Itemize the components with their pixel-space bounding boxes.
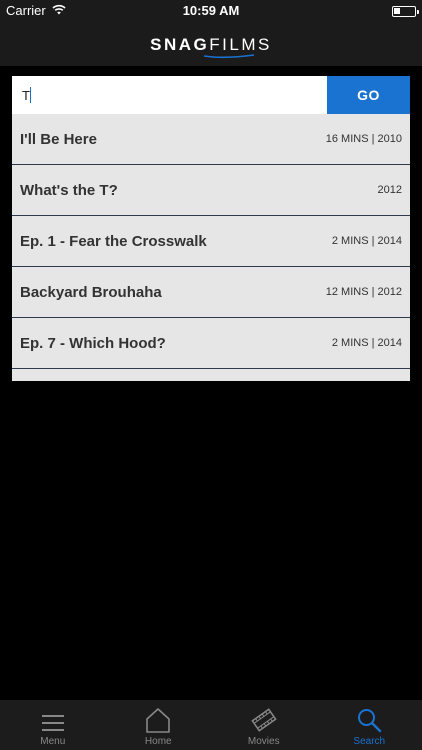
go-button[interactable]: GO bbox=[327, 76, 410, 114]
film-icon bbox=[251, 708, 277, 732]
result-row[interactable]: Ep. 7 - Which Hood? 2 MINS | 2014 bbox=[12, 318, 410, 369]
tab-label: Menu bbox=[40, 736, 66, 747]
result-row[interactable]: What's the T? 2012 bbox=[12, 165, 410, 216]
result-row[interactable]: Ep. 1 - Fear the Crosswalk 2 MINS | 2014 bbox=[12, 216, 410, 267]
tab-movies[interactable]: Movies bbox=[211, 700, 317, 750]
app-screen: Carrier 10:59 AM SNAGFILMS T GO I'll Be … bbox=[0, 0, 422, 750]
result-title: Ep. 7 - Which Hood? bbox=[20, 334, 166, 352]
result-meta: 16 MINS | 2010 bbox=[325, 133, 402, 145]
tab-label: Home bbox=[144, 736, 172, 747]
tab-menu[interactable]: Menu bbox=[0, 700, 106, 750]
tab-label: Movies bbox=[247, 736, 280, 747]
search-input[interactable] bbox=[12, 76, 327, 114]
status-bar: Carrier 10:59 AM bbox=[0, 0, 422, 22]
result-meta: 2012 bbox=[377, 184, 402, 196]
result-meta: 12 MINS | 2012 bbox=[325, 286, 402, 298]
menu-icon bbox=[41, 715, 64, 731]
tab-home[interactable]: Home bbox=[106, 700, 212, 750]
home-icon bbox=[146, 708, 171, 733]
result-row[interactable]: Backyard Brouhaha 12 MINS | 2012 bbox=[12, 267, 410, 318]
result-meta: 2 MINS | 2014 bbox=[331, 235, 402, 247]
app-header: SNAGFILMS bbox=[0, 22, 422, 66]
result-title: Ep. 1 - Fear the Crosswalk bbox=[20, 232, 207, 250]
result-row[interactable]: I'll Be Here 16 MINS | 2010 bbox=[12, 114, 410, 165]
result-title: I'll Be Here bbox=[20, 130, 97, 148]
result-title: Backyard Brouhaha bbox=[20, 283, 162, 301]
search-row: GO bbox=[12, 76, 410, 114]
snagfilms-logo[interactable]: SNAGFILMS bbox=[150, 34, 272, 58]
logo-text-snag: SNAG bbox=[150, 34, 210, 54]
result-meta: 2 MINS | 2014 bbox=[331, 337, 402, 349]
search-icon bbox=[358, 709, 382, 733]
text-caret bbox=[30, 87, 31, 103]
logo-text-films: FILMS bbox=[209, 34, 272, 54]
result-title: What's the T? bbox=[20, 181, 118, 199]
status-time: 10:59 AM bbox=[182, 3, 240, 18]
battery-icon bbox=[392, 6, 419, 17]
tab-label: Search bbox=[353, 736, 386, 747]
tab-search[interactable]: Search bbox=[317, 700, 422, 750]
tab-bar: Menu Home Movies Search bbox=[0, 700, 422, 750]
search-panel: GO I'll Be Here 16 MINS | 2010 What's th… bbox=[12, 76, 410, 381]
search-results-list: I'll Be Here 16 MINS | 2010 What's the T… bbox=[12, 114, 410, 369]
logo-swoosh-icon bbox=[204, 53, 255, 58]
